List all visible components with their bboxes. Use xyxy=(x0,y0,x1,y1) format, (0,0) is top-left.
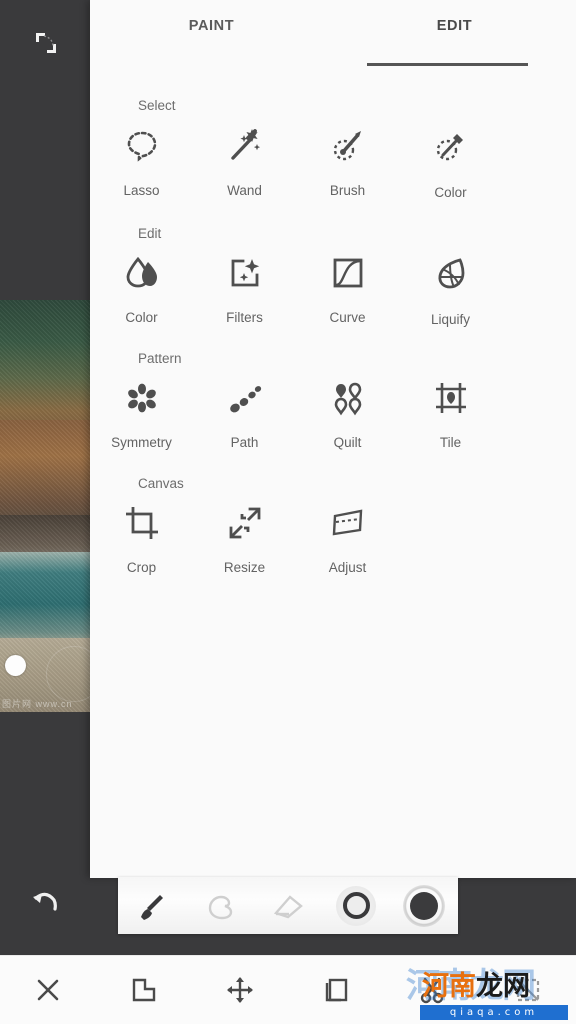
tool-label: Filters xyxy=(226,310,263,325)
artwork-watermark: 图片网 www.cn xyxy=(2,699,73,709)
filters-sparkle-icon xyxy=(224,249,266,297)
curve-icon xyxy=(327,249,369,297)
tile-icon xyxy=(430,374,472,422)
cut-button[interactable] xyxy=(384,974,480,1006)
resize-icon xyxy=(224,499,266,547)
tool-select-color[interactable]: Color xyxy=(399,122,502,200)
magic-wand-icon xyxy=(224,122,266,170)
tool-label: Adjust xyxy=(328,560,367,575)
tool-empty-slot xyxy=(399,499,502,575)
size-ring-icon xyxy=(342,892,370,919)
color-swatch-halo xyxy=(403,884,445,927)
tool-label: Resize xyxy=(223,560,266,575)
tool-lasso[interactable]: Lasso xyxy=(90,122,193,200)
tool-curve[interactable]: Curve xyxy=(296,249,399,327)
tool-path[interactable]: Path xyxy=(193,374,296,450)
tool-label: Curve xyxy=(329,310,366,325)
tool-tile[interactable]: Tile xyxy=(399,374,502,450)
tool-label: Symmetry xyxy=(111,435,172,450)
tab-active-underline xyxy=(367,63,528,66)
tool-select-brush[interactable]: Brush xyxy=(296,122,399,200)
tool-label: Color xyxy=(125,310,158,325)
close-button[interactable] xyxy=(0,974,96,1006)
duplicate-icon xyxy=(325,978,348,1002)
tab-edit[interactable]: EDIT xyxy=(333,0,576,66)
tool-resize[interactable]: Resize xyxy=(193,499,296,575)
collapse-arrows-icon[interactable] xyxy=(33,30,59,56)
lasso-icon xyxy=(121,122,163,170)
tool-adjust[interactable]: Adjust xyxy=(296,499,399,575)
path-icon xyxy=(224,374,266,422)
panel-tabs: PAINT EDIT xyxy=(90,0,576,66)
tool-row-canvas: Crop Resize Adjust xyxy=(90,499,576,575)
brush-size-button[interactable] xyxy=(331,884,381,928)
liquify-icon xyxy=(430,249,472,297)
undo-button[interactable] xyxy=(28,884,62,918)
app-root: 图片网 www.cn PAINT EDIT Select Edit Patter… xyxy=(0,0,576,1024)
paintbrush-icon xyxy=(141,894,163,920)
duplicate-button[interactable] xyxy=(288,974,384,1006)
eraser-icon xyxy=(273,894,303,918)
tool-row-select: Lasso Wand Brush Color xyxy=(90,122,576,200)
adjust-perspective-icon xyxy=(327,499,369,547)
move-arrows-icon xyxy=(227,977,253,1003)
merge-shape-button[interactable] xyxy=(96,974,192,1006)
tool-quilt[interactable]: Quilt xyxy=(296,374,399,450)
crop-icon xyxy=(121,499,163,547)
shape-combine-icon xyxy=(132,978,156,1002)
brush-tool-button[interactable] xyxy=(127,884,177,928)
section-title-edit: Edit xyxy=(138,226,162,241)
brush-toolbar xyxy=(118,877,458,934)
color-swatch-icon xyxy=(410,891,438,920)
tool-label: Quilt xyxy=(333,435,362,450)
tool-row-pattern: Symmetry Path Quilt Tile xyxy=(90,374,576,450)
quilt-icon xyxy=(327,374,369,422)
bottom-action-bar xyxy=(0,955,576,1024)
section-title-canvas: Canvas xyxy=(138,476,184,491)
smudge-tool-button[interactable] xyxy=(195,884,245,928)
smudge-hand-icon xyxy=(208,895,233,919)
tool-liquify[interactable]: Liquify xyxy=(399,249,502,327)
tool-symmetry[interactable]: Symmetry xyxy=(90,374,193,450)
tool-label: Lasso xyxy=(123,183,160,198)
tool-label: Wand xyxy=(227,183,262,198)
artwork-grain-texture xyxy=(0,300,92,712)
tool-label: Path xyxy=(230,435,259,450)
tool-label: Tile xyxy=(439,435,462,450)
tool-wand[interactable]: Wand xyxy=(193,122,296,200)
canvas-artwork[interactable]: 图片网 www.cn xyxy=(0,300,92,712)
tool-row-edit: Color Filters Curve Liquify xyxy=(90,249,576,327)
size-button-bg xyxy=(336,885,376,926)
tool-label: Crop xyxy=(126,560,157,575)
section-title-pattern: Pattern xyxy=(138,351,182,366)
tab-paint[interactable]: PAINT xyxy=(90,0,333,66)
tool-label: Color xyxy=(434,185,467,200)
selection-brush-icon xyxy=(327,122,369,170)
eraser-tool-button[interactable] xyxy=(263,884,313,928)
tool-label: Liquify xyxy=(430,312,471,327)
tool-color[interactable]: Color xyxy=(90,249,193,327)
scissors-icon xyxy=(420,977,444,1004)
canvas-resize-handle[interactable] xyxy=(5,655,26,676)
tool-filters[interactable]: Filters xyxy=(193,249,296,327)
symmetry-icon xyxy=(121,374,163,422)
select-all-button[interactable] xyxy=(480,974,576,1006)
section-title-select: Select xyxy=(138,98,176,113)
move-button[interactable] xyxy=(192,974,288,1006)
marquee-select-icon xyxy=(516,978,540,1002)
color-swatch-button[interactable] xyxy=(399,884,449,928)
droplets-icon xyxy=(121,249,163,297)
tool-crop[interactable]: Crop xyxy=(90,499,193,575)
tools-panel: PAINT EDIT Select Edit Pattern Canvas La… xyxy=(90,0,576,878)
close-x-icon xyxy=(37,979,59,1001)
tool-label: Brush xyxy=(329,183,366,198)
color-picker-select-icon xyxy=(430,122,472,170)
